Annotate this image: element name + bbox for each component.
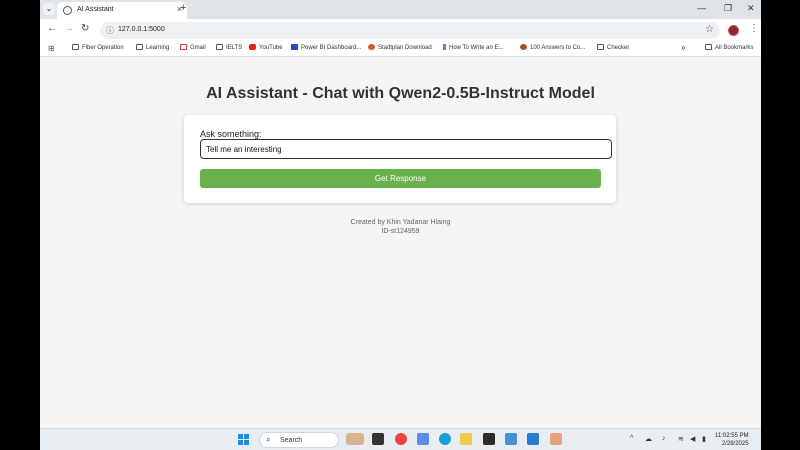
minimize-icon[interactable]: — bbox=[697, 3, 706, 13]
volume-icon[interactable]: ◀ bbox=[690, 435, 695, 443]
tab-title: AI Assistant bbox=[77, 6, 114, 13]
battery-icon[interactable]: ▮ bbox=[702, 435, 706, 443]
bookmark-fiber-operation[interactable]: Fiber Operation bbox=[72, 44, 124, 51]
bookmark-ielts[interactable]: IELTS bbox=[216, 44, 242, 51]
tray-chevron-icon[interactable]: ^ bbox=[630, 435, 633, 442]
chrome-icon[interactable] bbox=[395, 433, 407, 445]
footer: Created by Khin Yadanar Hlaing ID-st1249… bbox=[40, 218, 761, 236]
new-tab-icon[interactable]: + bbox=[180, 2, 186, 14]
clock-time: 11:02:55 PM bbox=[715, 433, 749, 439]
menu-icon[interactable]: ⋮ bbox=[749, 23, 759, 34]
store-icon[interactable] bbox=[505, 433, 517, 445]
taskbar-search-label: Search bbox=[280, 437, 303, 444]
bookmark-learning[interactable]: Learning bbox=[136, 44, 169, 51]
all-bookmarks-button[interactable]: All Bookmarks bbox=[705, 44, 753, 51]
search-icon: ⌕ bbox=[266, 435, 271, 444]
page-title: AI Assistant - Chat with Qwen2-0.5B-Inst… bbox=[206, 85, 595, 102]
gmail-icon bbox=[180, 44, 187, 50]
bookmark-youtube[interactable]: YouTube bbox=[249, 44, 283, 51]
globe-icon bbox=[63, 6, 72, 15]
browser-window: ⌄ AI Assistant × + — ❐ ✕ ← → ↻ ⓘ 127.0.0… bbox=[40, 0, 761, 450]
bookmark-checker[interactable]: Checker bbox=[597, 44, 629, 51]
terminal-icon[interactable] bbox=[483, 433, 495, 445]
profile-avatar[interactable] bbox=[728, 25, 739, 36]
tab-strip: ⌄ AI Assistant × + — ❐ ✕ bbox=[40, 0, 761, 19]
forward-icon[interactable]: → bbox=[64, 23, 74, 34]
bookmark-100-answers[interactable]: 100 Answers to Co... bbox=[520, 44, 585, 51]
folder-icon bbox=[72, 44, 79, 50]
browser-tab[interactable]: AI Assistant × bbox=[57, 2, 187, 19]
url-text: 127.0.0.1:5000 bbox=[118, 26, 165, 33]
close-window-icon[interactable]: ✕ bbox=[747, 3, 755, 14]
bookmark-how-to-write[interactable]: How To Write an E... bbox=[443, 44, 503, 51]
restore-icon[interactable]: ❐ bbox=[724, 3, 732, 14]
taskbar: ⌕ Search ^ ☁ ♪ ≋ ◀ ▮ 11:02:55 PM 2/28/20… bbox=[40, 428, 761, 450]
copilot-icon[interactable] bbox=[417, 433, 429, 445]
file-explorer-icon[interactable] bbox=[460, 433, 472, 445]
site-icon bbox=[520, 44, 527, 50]
edge-icon[interactable] bbox=[439, 433, 451, 445]
apps-grid-icon[interactable]: ⊞ bbox=[48, 44, 55, 53]
shield-icon bbox=[368, 44, 375, 50]
widgets-icon[interactable] bbox=[346, 433, 364, 445]
wifi-icon[interactable]: ≋ bbox=[678, 435, 684, 443]
vscode-icon[interactable] bbox=[527, 433, 539, 445]
chat-form-card: Ask something: Get Response bbox=[184, 115, 616, 203]
footer-id: ID-st124959 bbox=[381, 228, 420, 235]
footer-author: Created by Khin Yadanar Hlaing bbox=[350, 219, 451, 226]
windows-start-icon[interactable] bbox=[238, 434, 250, 446]
folder-icon bbox=[136, 44, 143, 50]
bookmark-power-bi[interactable]: Power BI Dashboard... bbox=[291, 44, 361, 51]
web-page: AI Assistant - Chat with Qwen2-0.5B-Inst… bbox=[40, 58, 761, 428]
microphone-icon[interactable]: ♪ bbox=[662, 435, 666, 442]
bookmark-stadtplan[interactable]: Stadtplan Download bbox=[368, 44, 432, 51]
reload-icon[interactable]: ↻ bbox=[81, 23, 89, 34]
clock[interactable]: 11:02:55 PM 2/28/2025 bbox=[715, 432, 749, 448]
folder-icon bbox=[705, 44, 712, 50]
bookmark-star-icon[interactable]: ☆ bbox=[705, 24, 714, 35]
more-bookmarks-icon[interactable]: » bbox=[681, 43, 685, 52]
cloud-icon[interactable]: ☁ bbox=[645, 435, 652, 443]
get-response-button[interactable]: Get Response bbox=[200, 169, 601, 188]
prompt-input[interactable] bbox=[200, 139, 612, 159]
power-bi-icon bbox=[291, 44, 298, 50]
task-view-icon[interactable] bbox=[372, 433, 384, 445]
bookmark-gmail[interactable]: Gmail bbox=[180, 44, 206, 51]
site-info-icon[interactable]: ⓘ bbox=[106, 25, 114, 36]
browser-toolbar: ← → ↻ ⓘ 127.0.0.1:5000 ☆ ⋮ bbox=[40, 19, 761, 41]
youtube-icon bbox=[249, 44, 256, 50]
bookmarks-bar: ⊞ Fiber Operation Learning Gmail IELTS Y… bbox=[40, 41, 761, 57]
taskbar-search[interactable]: ⌕ Search bbox=[259, 432, 339, 448]
folder-icon bbox=[597, 44, 604, 50]
pin-icon bbox=[443, 44, 446, 50]
clock-date: 2/28/2025 bbox=[721, 441, 749, 447]
back-icon[interactable]: ← bbox=[47, 23, 57, 34]
folder-icon bbox=[216, 44, 223, 50]
ask-label: Ask something: bbox=[200, 129, 262, 139]
tab-search-icon[interactable]: ⌄ bbox=[43, 3, 55, 15]
app-icon[interactable] bbox=[550, 433, 562, 445]
address-bar[interactable]: ⓘ 127.0.0.1:5000 ☆ bbox=[100, 22, 720, 39]
